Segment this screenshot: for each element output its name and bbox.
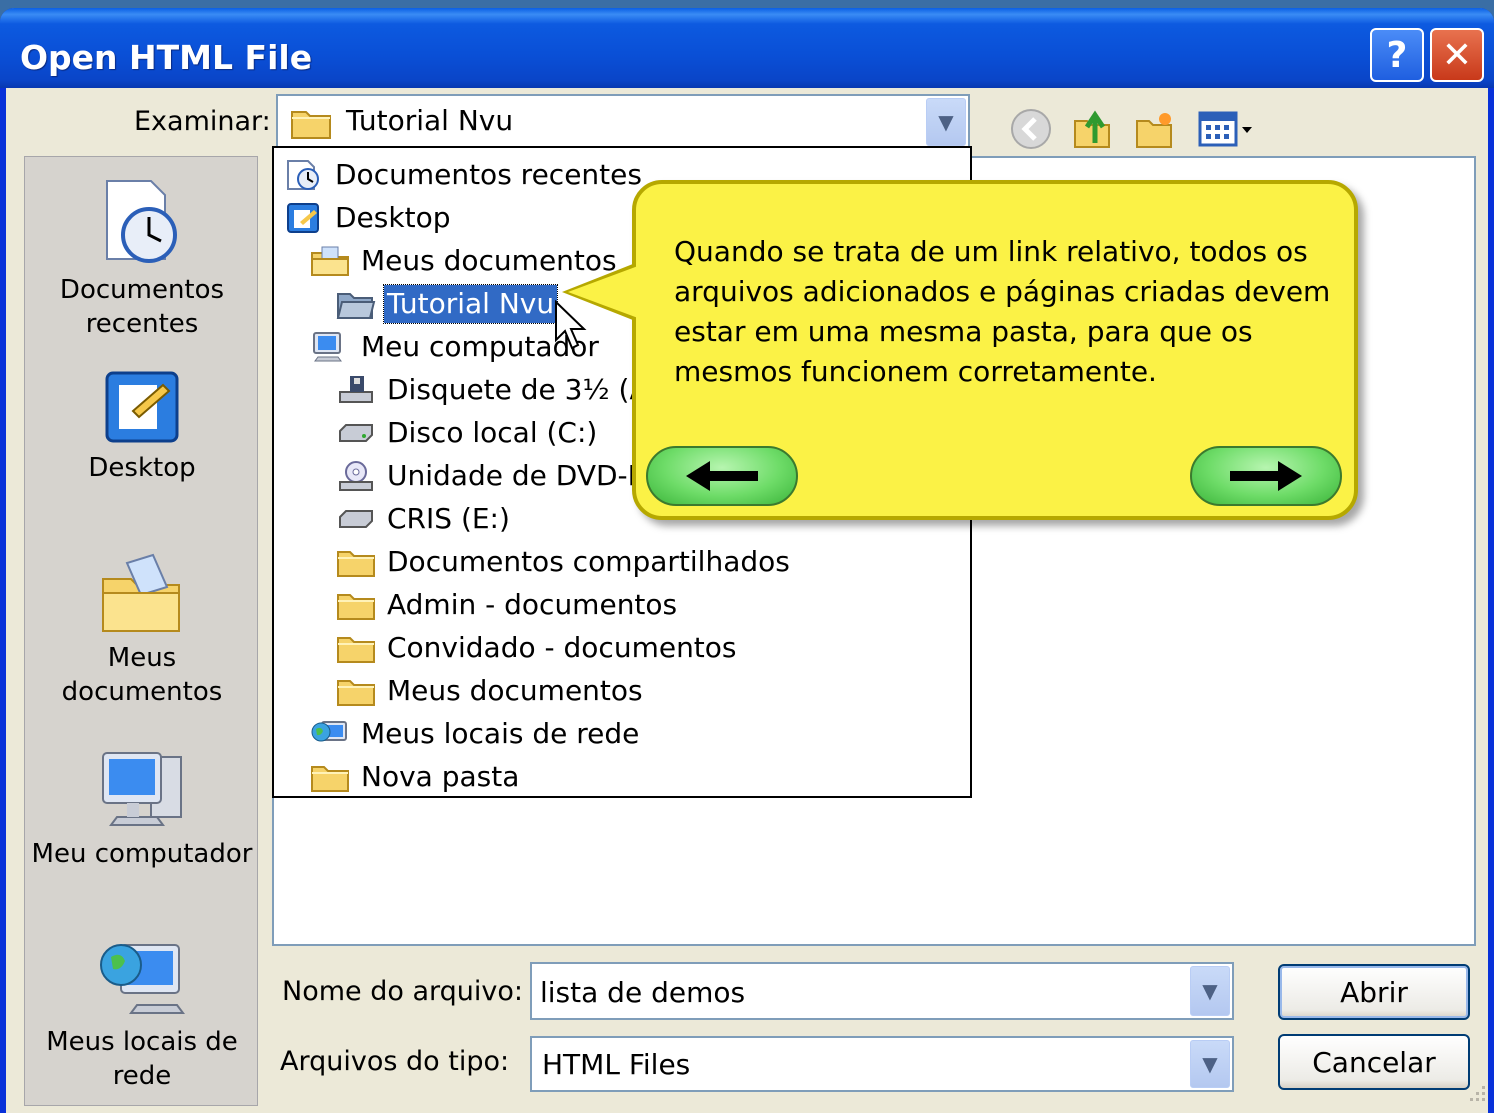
places-item-label: Desktop (88, 453, 196, 483)
my-documents-icon (102, 553, 180, 632)
list-item-label: Documentos compartilhados (387, 545, 790, 578)
back-icon[interactable] (1008, 106, 1054, 152)
places-item-my-documents[interactable]: Meus documentos (25, 553, 259, 709)
places-item-network[interactable]: Meus locais de rede (25, 935, 259, 1093)
prev-button[interactable] (646, 446, 798, 506)
desktop-icon (287, 203, 319, 233)
filename-label: Nome do arquivo: (282, 976, 523, 1007)
places-bar: Documentos recentes Desktop Meus documen… (24, 156, 258, 1106)
floppy-drive-icon (339, 376, 373, 403)
places-item-label: Meu computador (31, 839, 253, 869)
up-folder-icon[interactable] (1070, 106, 1116, 152)
my-computer-icon (313, 332, 342, 362)
list-item-label: Admin - documentos (387, 588, 678, 621)
places-item-my-computer[interactable]: Meu computador (25, 747, 259, 871)
list-item-label: Convidado - documentos (387, 631, 737, 664)
list-item-label: Documentos recentes (335, 158, 642, 191)
hard-drive-icon (339, 424, 373, 442)
list-item[interactable]: Convidado - documentos (336, 629, 740, 667)
recent-documents-icon (106, 180, 177, 263)
list-item[interactable]: Documentos compartilhados (336, 543, 793, 581)
list-item[interactable]: Disco local (C:) (336, 414, 600, 452)
callout-pointer-fill (568, 266, 638, 318)
list-item-label: Desktop (335, 201, 451, 234)
filename-value: lista de demos (540, 976, 746, 1009)
tutorial-callout: Quando se trata de um link relativo, tod… (632, 180, 1358, 520)
places-item-recent[interactable]: Documentos recentes (25, 177, 259, 341)
folder-icon (337, 594, 375, 620)
list-item-label: Meus documentos (387, 674, 643, 707)
arrow-left-icon (686, 461, 758, 491)
close-button[interactable]: ✕ (1430, 28, 1484, 82)
dvd-drive-icon (339, 461, 373, 491)
arrow-right-icon (1230, 461, 1302, 491)
chevron-down-icon[interactable]: ▼ (926, 98, 966, 146)
places-item-label: Documentos recentes (59, 275, 225, 339)
folder-icon (311, 766, 349, 792)
list-item[interactable]: Admin - documentos (336, 586, 680, 624)
list-item-label: CRIS (E:) (387, 502, 510, 535)
lookin-combo[interactable]: Tutorial Nvu ▼ (276, 94, 970, 150)
places-item-label: Meus documentos (61, 643, 223, 707)
new-folder-icon[interactable] (1132, 106, 1178, 152)
list-item-label: Disquete de 3½ (A:) (387, 373, 669, 406)
network-places-icon (100, 944, 185, 1014)
list-item-selected[interactable]: Tutorial Nvu (336, 284, 559, 324)
lookin-value: Tutorial Nvu (346, 104, 514, 137)
open-button[interactable]: Abrir (1278, 964, 1470, 1020)
places-item-label: Meus locais de rede (46, 1027, 238, 1091)
folder-icon (291, 111, 331, 139)
folder-open-icon (336, 293, 376, 319)
folder-icon (337, 637, 375, 663)
filename-input[interactable]: lista de demos ▼ (530, 962, 1234, 1020)
list-item[interactable]: Desktop (284, 199, 453, 237)
list-item-label: Tutorial Nvu (382, 284, 559, 324)
recent-documents-icon (287, 160, 319, 190)
list-item[interactable]: Documentos recentes (284, 156, 645, 194)
my-documents-icon (311, 246, 349, 276)
list-item[interactable]: Nova pasta (310, 758, 522, 796)
help-button[interactable]: ? (1370, 28, 1424, 82)
places-item-desktop[interactable]: Desktop (25, 367, 259, 485)
list-item[interactable]: CRIS (E:) (336, 500, 513, 538)
network-places-icon (311, 721, 347, 742)
list-item-label: Meus locais de rede (361, 717, 640, 750)
filetype-label: Arquivos do tipo: (280, 1046, 510, 1077)
next-button[interactable] (1190, 446, 1342, 506)
title-bar[interactable]: Open HTML File ? ✕ (0, 8, 1494, 88)
my-computer-icon (102, 752, 182, 826)
help-icon: ? (1386, 34, 1408, 76)
list-item[interactable]: Meus documentos (336, 672, 646, 710)
resize-grip-icon[interactable] (1462, 1082, 1488, 1108)
filetype-value: HTML Files (542, 1048, 691, 1081)
chevron-down-icon[interactable]: ▼ (1190, 1040, 1230, 1088)
views-menu-icon[interactable] (1196, 106, 1258, 152)
desktop-icon (105, 371, 179, 443)
close-icon: ✕ (1441, 34, 1473, 76)
filetype-select[interactable]: HTML Files ▼ (530, 1036, 1234, 1092)
cancel-button[interactable]: Cancelar (1278, 1034, 1470, 1090)
callout-text: Quando se trata de um link relativo, tod… (674, 235, 1331, 388)
lookin-label: Examinar: (134, 106, 271, 137)
list-item[interactable]: Meus locais de rede (310, 715, 642, 753)
list-item[interactable]: Disquete de 3½ (A:) (336, 371, 671, 409)
dialog-title: Open HTML File (20, 38, 313, 77)
folder-icon (337, 680, 375, 706)
folder-icon (337, 551, 375, 577)
list-item-label: Nova pasta (361, 760, 520, 793)
chevron-down-icon[interactable]: ▼ (1190, 966, 1230, 1016)
removable-drive-icon (339, 510, 373, 528)
list-item-label: Disco local (C:) (387, 416, 598, 449)
